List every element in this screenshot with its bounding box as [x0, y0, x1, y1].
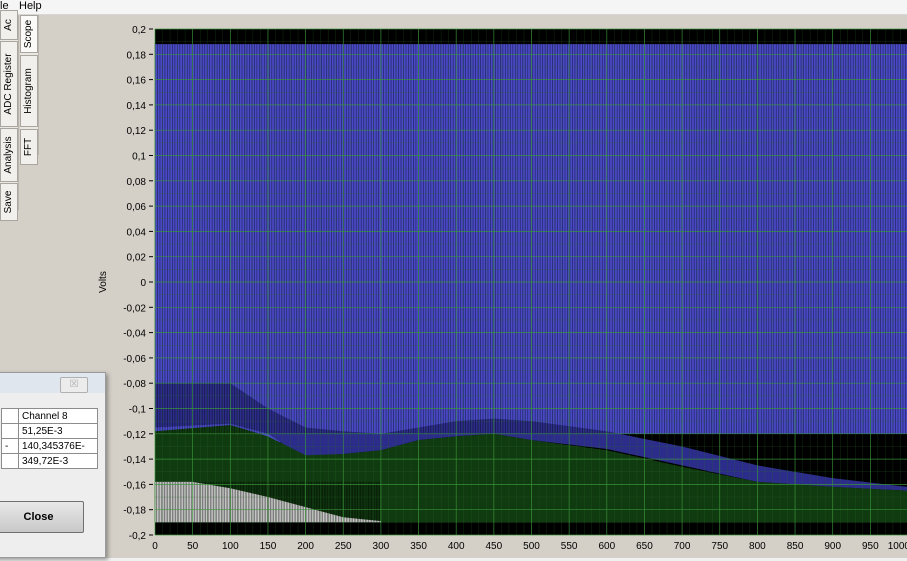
row-label: -	[1, 438, 19, 454]
graph-panel: 0,2 0,18 0,16 0,14 0,12 0,1 0,08 0,06 0,04 0,02 0-…	[93, 15, 907, 558]
measurement-dialog: ☒ Channel 8 51,25E-3 - 140,345376E- 349,…	[0, 372, 106, 558]
x-tick-label: 50	[187, 541, 199, 552]
table-row: - 140,345376E-	[1, 438, 98, 454]
x-tick-label: 700	[674, 541, 691, 552]
y-tick-label: -0,16	[123, 480, 146, 491]
x-tick-label: 100	[222, 541, 239, 552]
x-tick-label: 150	[260, 541, 277, 552]
x-tick-label: 300	[373, 541, 390, 552]
y-tick-label: 0,08	[127, 177, 147, 188]
x-tick-label: 250	[335, 541, 352, 552]
x-tick-label: 450	[486, 541, 503, 552]
x-tick-label: 1000	[888, 541, 907, 552]
close-button[interactable]: Close	[0, 501, 84, 533]
tab-histogram[interactable]: Histogram	[20, 55, 38, 127]
x-tick-label: 600	[598, 541, 615, 552]
y-tick-label: 0,18	[127, 50, 147, 61]
table-row: 51,25E-3	[1, 423, 98, 439]
x-tick-label: 750	[711, 541, 728, 552]
tab-scope-label: Scope	[23, 19, 34, 49]
x-tick-label: 500	[523, 541, 540, 552]
tab-fft[interactable]: FFT	[20, 129, 38, 165]
tab-analysis-label: Analysis	[3, 136, 14, 174]
measurement-table: Channel 8 51,25E-3 - 140,345376E- 349,72…	[1, 408, 98, 469]
row-value: 349,72E-3	[18, 453, 98, 469]
tab-save-label: Save	[3, 190, 14, 214]
table-row: 349,72E-3	[1, 453, 98, 469]
y-tick-label: 0,06	[127, 202, 147, 213]
y-tick-label: -0,02	[123, 303, 146, 314]
y-tick-label: -0,04	[123, 329, 146, 340]
row-value: 140,345376E-	[18, 438, 98, 454]
y-tick-label: -0,08	[123, 379, 146, 390]
y-tick-label: -0,2	[129, 531, 147, 542]
tab-acquisition-label: Ac	[3, 19, 14, 31]
y-tick-label: -0,12	[123, 430, 146, 441]
y-tick-label: -0,18	[123, 506, 146, 517]
row-label	[1, 423, 19, 439]
dialog-title-bar	[0, 373, 105, 393]
y-axis-label: Volts	[98, 271, 109, 293]
tab-save[interactable]: Save	[0, 183, 18, 221]
row-label	[1, 408, 19, 424]
x-tick-label: 800	[749, 541, 766, 552]
tab-fft-label: FFT	[23, 137, 34, 157]
y-tick-label: -0,1	[129, 405, 147, 416]
y-tick-label: 0,12	[127, 126, 147, 137]
y-tick-label: 0,16	[127, 76, 147, 87]
tab-analysis[interactable]: Analysis	[0, 128, 18, 182]
table-row: Channel 8	[1, 408, 98, 424]
dialog-close-icon[interactable]: ☒	[60, 377, 88, 393]
menu-bar: le Help	[0, 0, 907, 15]
tab-histogram-label: Histogram	[23, 68, 34, 114]
x-tick-label: 400	[448, 541, 465, 552]
graph-tab-strip: Scope Histogram FFT	[20, 15, 39, 165]
y-tick-label: 0,2	[132, 25, 146, 36]
tab-adc-register-label: ADC Register	[3, 53, 14, 115]
menu-help[interactable]: Help	[19, 0, 42, 13]
row-label	[1, 453, 19, 469]
major-grid	[154, 28, 907, 536]
row-value: Channel 8	[18, 408, 98, 424]
tab-acquisition[interactable]: Ac	[0, 10, 18, 40]
tab-scope[interactable]: Scope	[20, 15, 38, 53]
x-tick-label: 200	[297, 541, 314, 552]
x-tick-label: 950	[862, 541, 879, 552]
y-tick-label: 0,04	[127, 227, 147, 238]
y-tick-label: 0,02	[127, 253, 147, 264]
x-tick-label: 350	[410, 541, 427, 552]
x-tick-label: 650	[636, 541, 653, 552]
x-tick-label: 850	[787, 541, 804, 552]
y-tick-label: -0,06	[123, 354, 146, 365]
x-tick-label: 0	[152, 541, 158, 552]
x-tick-label: 900	[824, 541, 841, 552]
y-tick-label: 0,1	[132, 152, 146, 163]
scope-chart[interactable]: 0,20,180,160,140,120,10,080,060,040,020-…	[93, 15, 907, 558]
y-tick-label: 0	[140, 278, 146, 289]
left-tab-strip: Ac ADC Register Analysis Save	[0, 10, 19, 221]
y-tick-label: 0,14	[127, 101, 147, 112]
x-tick-label: 550	[561, 541, 578, 552]
row-value: 51,25E-3	[18, 423, 98, 439]
tab-adc-register[interactable]: ADC Register	[0, 41, 18, 127]
y-tick-label: -0,14	[123, 455, 146, 466]
